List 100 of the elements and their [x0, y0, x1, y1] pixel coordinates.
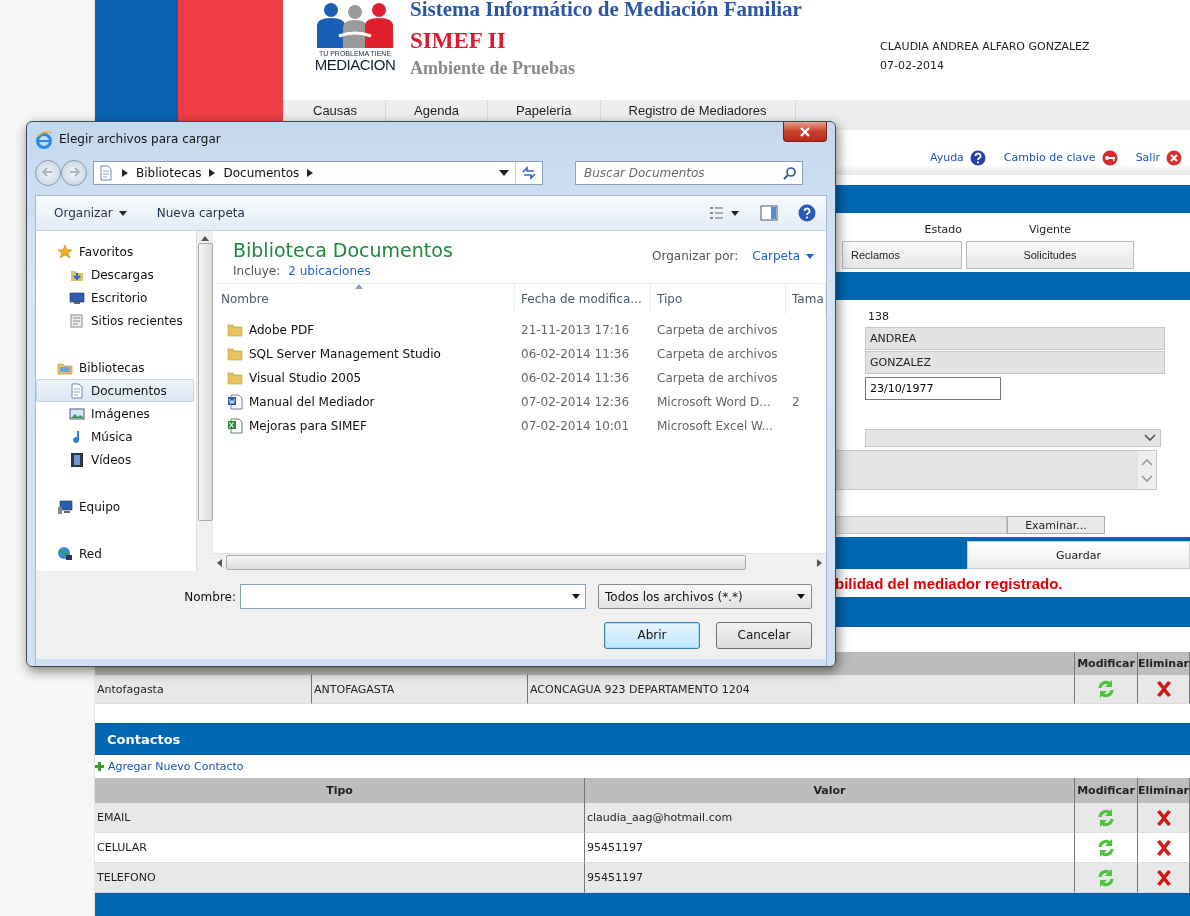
table-cell: Antofagasta — [95, 675, 312, 704]
file-type: Carpeta de archivos — [656, 347, 779, 361]
nav-item[interactable]: Documentos — [36, 379, 194, 402]
file-type: Microsoft Word D... — [656, 395, 772, 409]
header-link[interactable]: Ayuda — [929, 151, 964, 164]
search-icon[interactable] — [783, 166, 797, 180]
refresh-arrows-icon[interactable] — [521, 166, 537, 180]
dropdown-field[interactable] — [865, 429, 1161, 447]
chevron-right-icon[interactable] — [307, 169, 314, 177]
nav-item[interactable]: Sitios recientes — [36, 309, 194, 332]
locations-link[interactable]: 2 ubicaciones — [288, 264, 371, 278]
column-header: Valor — [585, 778, 1075, 803]
file-name[interactable]: Manual del Mediador — [249, 395, 375, 409]
file-type: Microsoft Excel W... — [656, 419, 774, 433]
horizontal-scrollbar[interactable] — [213, 553, 826, 571]
last-name-field[interactable]: GONZALEZ — [865, 351, 1165, 374]
scroll-left-arrow-icon[interactable] — [217, 558, 222, 567]
add-contact-link[interactable]: Agregar Nuevo Contacto — [108, 760, 244, 773]
column-header[interactable]: Tama — [786, 284, 826, 314]
plus-icon[interactable] — [95, 762, 104, 771]
folder-icon — [227, 370, 243, 386]
monitor-icon — [69, 289, 85, 306]
dropdown-arrow-icon[interactable] — [499, 170, 509, 176]
table-cell: claudia_aag@hotmail.com — [585, 803, 1075, 833]
table-cell: EMAIL — [95, 803, 585, 833]
file-name[interactable]: Mejoras para SIMEF — [249, 419, 367, 433]
tab[interactable]: Solicitudes — [966, 241, 1134, 269]
dialog-button[interactable]: Abrir — [604, 621, 700, 649]
close-button[interactable] — [783, 122, 827, 142]
document-icon — [69, 382, 85, 399]
file-date: 06-02-2014 11:36 — [520, 347, 631, 361]
file-name-field[interactable] — [240, 584, 586, 609]
nav-item[interactable]: Equipo — [36, 495, 194, 518]
table-cell: 95451197 — [585, 863, 1075, 893]
birth-date-field[interactable]: 23/10/1977 — [865, 377, 1001, 400]
file-date: 06-02-2014 11:36 — [520, 371, 631, 385]
file-name[interactable]: Adobe PDF — [249, 323, 315, 337]
column-header[interactable]: Nombre — [215, 284, 515, 314]
breadcrumb-item[interactable]: Documentos — [223, 166, 300, 180]
picture-icon — [69, 405, 85, 422]
file-date: 07-02-2014 12:36 — [520, 395, 631, 409]
file-type: Carpeta de archivos — [656, 323, 779, 337]
file-name[interactable]: SQL Server Management Studio — [249, 347, 441, 361]
nav-item[interactable]: Imágenes — [36, 402, 194, 425]
search-field[interactable]: Buscar Documentos — [575, 161, 803, 185]
view-list-icon[interactable] — [708, 205, 740, 221]
nav-item[interactable]: Escritorio — [36, 286, 194, 309]
column-header[interactable]: Fecha de modifica... — [515, 284, 651, 314]
tab[interactable]: Reclamos — [842, 241, 962, 269]
caret-icon[interactable] — [797, 594, 805, 599]
address-bar[interactable]: Bibliotecas Documentos — [93, 161, 543, 185]
scroll-up-arrow-icon[interactable] — [201, 236, 209, 241]
help-icon[interactable] — [798, 204, 816, 222]
caret-icon[interactable] — [572, 594, 580, 599]
close-icon[interactable] — [1166, 149, 1182, 166]
preview-pane-icon[interactable] — [760, 205, 778, 221]
chevron-down-icon[interactable] — [1144, 434, 1156, 442]
id-value: 138 — [867, 308, 890, 325]
column-header: Modificar — [1075, 778, 1138, 803]
nav-item[interactable]: Música — [36, 425, 194, 448]
close-icon[interactable] — [799, 125, 811, 138]
scroll-right-arrow-icon[interactable] — [817, 558, 822, 567]
key-icon[interactable] — [1101, 149, 1118, 166]
warning-message: bilidad del mediador registrado. — [835, 573, 1063, 594]
column-header[interactable]: Tipo — [651, 284, 786, 314]
nav-item[interactable]: Descargas — [36, 263, 194, 286]
scrollbar[interactable] — [196, 231, 213, 571]
help-icon[interactable] — [969, 149, 986, 166]
dialog-button[interactable]: Cancelar — [716, 621, 812, 649]
current-date: 07-02-2014 — [880, 59, 945, 72]
arrange-dropdown[interactable]: Carpeta — [752, 249, 814, 263]
caret-icon — [118, 210, 127, 216]
file-date: 07-02-2014 10:01 — [520, 419, 631, 433]
globe-icon — [57, 545, 73, 562]
browse-button[interactable]: Examinar... — [1007, 516, 1105, 534]
save-button[interactable]: Guardar — [967, 541, 1190, 569]
app-name: SIMEF II — [410, 28, 507, 54]
first-name-field[interactable]: ANDREA — [865, 327, 1165, 350]
spreadsheet-icon — [227, 418, 243, 434]
computer-icon — [57, 498, 73, 515]
nav-item[interactable]: Bibliotecas — [36, 356, 194, 379]
toolbar-button[interactable]: Nueva carpeta — [148, 202, 253, 224]
dialog-title: Elegir archivos para cargar — [59, 132, 222, 146]
file-type-dropdown[interactable]: Todos los archivos (*.*) — [598, 584, 812, 609]
header-link[interactable]: Cambio de clave — [1003, 151, 1096, 164]
header-link[interactable]: Salir — [1135, 151, 1160, 164]
chevron-right-icon[interactable] — [209, 169, 216, 177]
user-name: CLAUDIA ANDREA ALFARO GONZALEZ — [880, 40, 1091, 53]
library-title: Biblioteca Documentos — [233, 239, 453, 261]
toolbar-button[interactable]: Organizar — [46, 202, 135, 224]
nav-item[interactable]: Vídeos — [36, 448, 194, 471]
chevron-right-icon[interactable] — [122, 169, 128, 177]
field-label: Nombre: — [183, 589, 237, 606]
folder-icon — [227, 322, 243, 338]
nav-item[interactable]: Red — [36, 542, 194, 565]
file-name[interactable]: Visual Studio 2005 — [249, 371, 362, 385]
nav-item[interactable]: Favoritos — [36, 240, 194, 263]
film-icon — [69, 451, 85, 468]
file-size: 2 — [791, 395, 801, 409]
breadcrumb-item[interactable]: Bibliotecas — [136, 166, 202, 180]
